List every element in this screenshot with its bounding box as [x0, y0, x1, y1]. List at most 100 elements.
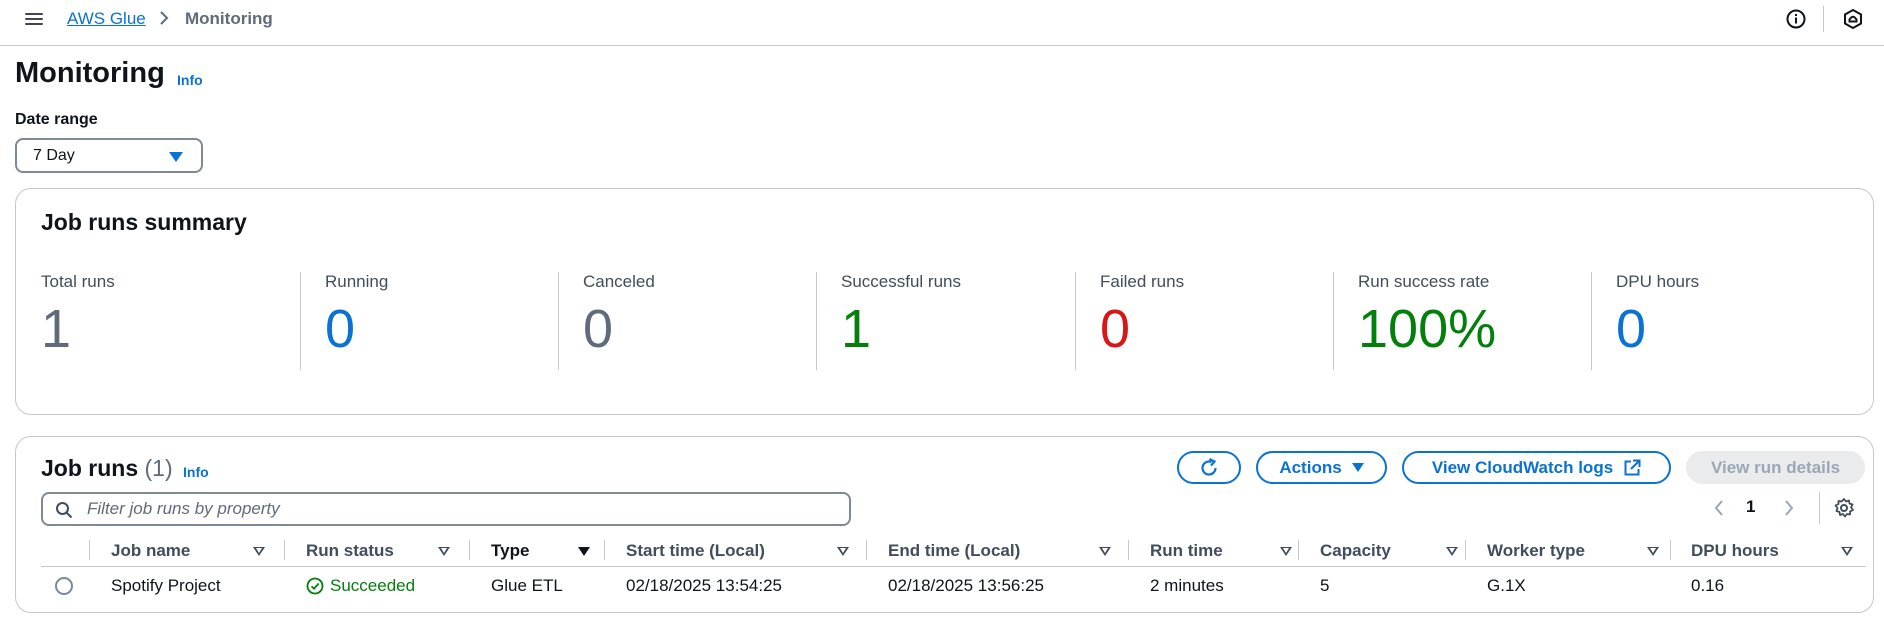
metric-divider	[1333, 272, 1334, 370]
column-label: Run status	[306, 541, 394, 560]
metric-divider	[816, 272, 817, 370]
job-runs-summary-card: Job runs summary Total runs 1 Running 0 …	[15, 188, 1874, 415]
metric-running: Running 0	[300, 272, 560, 370]
search-icon	[56, 502, 73, 519]
job-runs-count: (1)	[144, 455, 173, 481]
metric-value: 100%	[1358, 299, 1497, 359]
sort-icon	[1099, 547, 1111, 556]
filter-search-box	[41, 492, 851, 526]
cell-type: Glue ETL	[491, 576, 563, 595]
table-row[interactable]: Spotify Project Succeeded Glue ETL 02/18…	[41, 567, 1866, 605]
summary-title: Job runs summary	[41, 209, 247, 235]
cell-dpu-hours: 0.16	[1691, 576, 1725, 595]
cell-run-time: 2 minutes	[1150, 576, 1224, 595]
metric-dpu-hours: DPU hours 0	[1591, 272, 1851, 370]
metric-successful-runs: Successful runs 1	[816, 272, 1076, 370]
page-number[interactable]: 1	[1746, 497, 1755, 517]
page-title: Monitoring	[15, 57, 165, 89]
topbar-divider	[1823, 6, 1824, 32]
column-separator	[1128, 540, 1129, 560]
metric-failed-runs: Failed runs 0	[1075, 272, 1335, 370]
sort-icon	[837, 547, 849, 556]
cell-run-status: Succeeded	[306, 576, 415, 596]
caret-down-icon	[169, 152, 183, 162]
sort-icon	[253, 547, 265, 556]
column-header-capacity[interactable]: Capacity	[1320, 533, 1470, 567]
sort-icon	[438, 547, 450, 556]
column-label: Capacity	[1320, 541, 1391, 560]
column-separator	[1298, 540, 1299, 560]
column-label: Type	[491, 541, 530, 560]
column-label: Job name	[111, 541, 191, 560]
sort-icon	[578, 547, 590, 556]
view-run-details-button[interactable]: View run details	[1686, 451, 1865, 484]
info-circle-icon[interactable]	[1785, 8, 1807, 30]
metric-value: 0	[325, 299, 356, 359]
metric-value: 0	[1616, 299, 1647, 359]
metric-label: Total runs	[41, 272, 115, 291]
menu-icon[interactable]	[22, 8, 46, 30]
column-label: DPU hours	[1691, 541, 1779, 560]
row-select-radio[interactable]	[55, 577, 73, 595]
job-runs-info-link[interactable]: Info	[183, 464, 209, 480]
cell-end-time: 02/18/2025 13:56:25	[888, 576, 1044, 595]
external-link-icon	[1624, 459, 1641, 475]
settings-icon[interactable]	[1833, 497, 1855, 519]
notifications-icon[interactable]	[1842, 8, 1864, 30]
breadcrumb-aws-glue[interactable]: AWS Glue	[67, 9, 146, 29]
metric-label: Canceled	[583, 272, 655, 291]
cell-worker-type: G.1X	[1487, 576, 1526, 595]
metric-divider	[1075, 272, 1076, 370]
pager-divider	[1819, 492, 1820, 524]
cell-job-name: Spotify Project	[111, 576, 221, 595]
column-header-dpu-hours[interactable]: DPU hours	[1691, 533, 1861, 567]
caret-down-icon	[1351, 463, 1364, 472]
metric-total-runs: Total runs 1	[16, 272, 276, 370]
column-separator	[469, 540, 470, 560]
column-label: Run time	[1150, 541, 1223, 560]
chevron-right-icon[interactable]	[1781, 497, 1797, 519]
cloudwatch-label: View CloudWatch logs	[1431, 457, 1614, 477]
column-header-run-status[interactable]: Run status	[306, 533, 456, 567]
filter-input[interactable]	[87, 498, 827, 520]
metric-value: 1	[41, 299, 72, 359]
metric-value: 0	[583, 299, 614, 359]
column-header-start-time[interactable]: Start time (Local)	[626, 533, 866, 567]
metric-divider	[1591, 272, 1592, 370]
column-separator	[604, 540, 605, 560]
metric-value: 0	[1100, 299, 1131, 359]
column-label: Worker type	[1487, 541, 1585, 560]
date-range-value: 7 Day	[33, 147, 75, 164]
cell-capacity: 5	[1320, 576, 1330, 595]
column-header-run-time[interactable]: Run time	[1150, 533, 1300, 567]
title-info-link[interactable]: Info	[177, 72, 203, 88]
date-range-select[interactable]: 7 Day	[15, 138, 203, 173]
metric-label: Running	[325, 272, 389, 291]
sort-icon	[1280, 547, 1292, 556]
metric-label: Successful runs	[841, 272, 961, 291]
metric-run-success-rate: Run success rate 100%	[1333, 272, 1593, 370]
chevron-right-icon	[160, 11, 169, 25]
actions-button[interactable]: Actions	[1256, 451, 1387, 484]
job-runs-title-text: Job runs	[41, 455, 139, 481]
metric-divider	[300, 272, 301, 370]
column-separator	[1465, 540, 1466, 560]
refresh-icon	[1201, 457, 1217, 476]
column-header-end-time[interactable]: End time (Local)	[888, 533, 1128, 567]
column-header-job-name[interactable]: Job name	[111, 533, 271, 567]
sort-icon	[1841, 547, 1853, 556]
column-separator	[1670, 540, 1671, 560]
metric-value: 1	[841, 299, 872, 359]
view-cloudwatch-logs-button[interactable]: View CloudWatch logs	[1402, 451, 1671, 484]
column-separator	[89, 540, 90, 560]
metric-canceled: Canceled 0	[558, 272, 818, 370]
column-header-type[interactable]: Type	[491, 533, 601, 567]
metric-label: Run success rate	[1358, 272, 1490, 291]
refresh-button[interactable]	[1177, 451, 1241, 484]
table-header: Job name Run status Type Start time (Loc…	[41, 533, 1866, 567]
metric-label: DPU hours	[1616, 272, 1700, 291]
job-runs-title: Job runs (1)	[41, 455, 173, 482]
column-header-worker-type[interactable]: Worker type	[1487, 533, 1667, 567]
top-bar: AWS Glue Monitoring	[0, 0, 1884, 46]
chevron-left-icon[interactable]	[1711, 497, 1727, 519]
